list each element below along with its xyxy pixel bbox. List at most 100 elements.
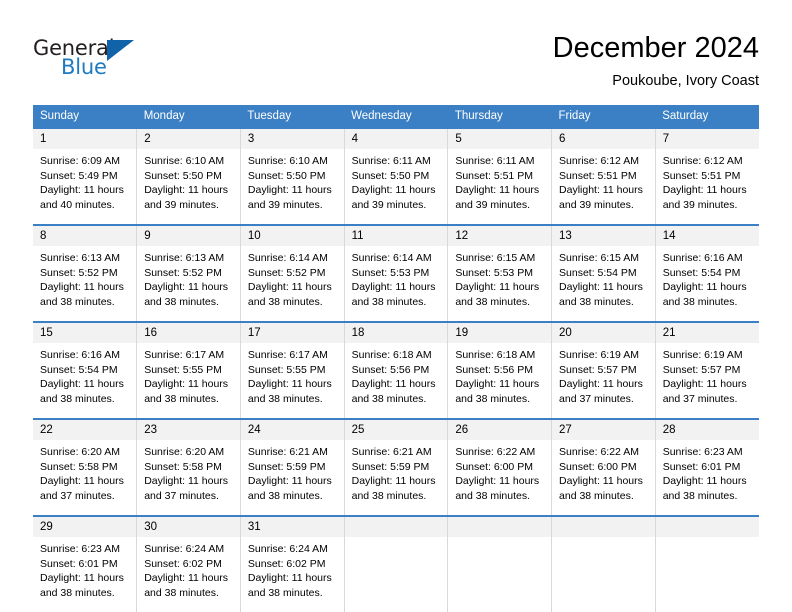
day-number	[552, 517, 655, 537]
day-details: Sunrise: 6:11 AM Sunset: 5:51 PM Daylight:…	[448, 149, 551, 224]
calendar-week-row: 1 Sunrise: 6:09 AM Sunset: 5:49 PM Daylight…	[33, 127, 759, 225]
sunset-text: Sunset: 5:58 PM	[144, 460, 222, 473]
calendar-day-cell[interactable]: 7 Sunrise: 6:12 AM Sunset: 5:51 PM Daylight…	[655, 127, 759, 225]
sunrise-text: Sunrise: 6:15 AM	[455, 252, 536, 264]
calendar-day-cell[interactable]: 4 Sunrise: 6:11 AM Sunset: 5:50 PM Daylight…	[344, 127, 449, 225]
calendar-day-cell[interactable]: 29 Sunrise: 6:23 AM Sunset: 6:01 PM Dayligh…	[33, 515, 138, 612]
sunset-text: Sunset: 5:55 PM	[144, 363, 222, 376]
daylight-text-line1: Daylight: 11 hours	[662, 281, 747, 294]
sunrise-text: Sunrise: 6:24 AM	[144, 543, 225, 555]
weekday-header-thursday: Thursday	[447, 105, 552, 128]
sunset-text: Sunset: 5:52 PM	[247, 266, 326, 279]
title-block: December 2024 Poukoube, Ivory Coast	[553, 30, 759, 91]
daylight-text-line2: and 39 minutes.	[351, 198, 427, 211]
calendar-day-cell[interactable]: 3 Sunrise: 6:10 AM Sunset: 5:50 PM Daylight…	[240, 127, 345, 225]
calendar-day-cell[interactable]: 12 Sunrise: 6:15 AM Sunset: 5:53 PM Dayligh…	[447, 224, 553, 322]
calendar-day-cell[interactable]: 6 Sunrise: 6:12 AM Sunset: 5:51 PM Daylight…	[551, 127, 656, 225]
day-details: Sunrise: 6:21 AM Sunset: 5:59 PM Daylight:…	[345, 440, 448, 515]
day-number: 15	[33, 323, 137, 343]
calendar-day-cell[interactable]: 28 Sunrise: 6:23 AM Sunset: 6:01 PM Dayligh…	[655, 418, 759, 516]
calendar-day-cell[interactable]: 18 Sunrise: 6:18 AM Sunset: 5:56 PM Dayligh…	[344, 321, 449, 419]
sunrise-text: Sunrise: 6:14 AM	[351, 252, 432, 264]
day-number: 6	[552, 129, 655, 149]
daylight-text-line2: and 39 minutes.	[144, 198, 219, 211]
daylight-text-line1: Daylight: 11 hours	[40, 378, 124, 391]
daylight-text-line1: Daylight: 11 hours	[247, 475, 332, 488]
calendar-day-cell[interactable]: 10 Sunrise: 6:14 AM Sunset: 5:52 PM Dayligh…	[240, 224, 345, 322]
daylight-text-line2: and 38 minutes.	[40, 295, 115, 308]
daylight-text-line1: Daylight: 11 hours	[455, 281, 540, 294]
day-details: Sunrise: 6:15 AM Sunset: 5:53 PM Daylight:…	[448, 246, 551, 321]
calendar-day-cell[interactable]: 31 Sunrise: 6:24 AM Sunset: 6:02 PM Dayligh…	[240, 515, 345, 612]
calendar-day-cell[interactable]: 20 Sunrise: 6:19 AM Sunset: 5:57 PM Dayligh…	[551, 321, 656, 419]
calendar-day-cell[interactable]: 25 Sunrise: 6:21 AM Sunset: 5:59 PM Dayligh…	[344, 418, 449, 516]
day-number: 22	[33, 420, 137, 440]
daylight-text-line1: Daylight: 11 hours	[40, 475, 124, 488]
day-details: Sunrise: 6:23 AM Sunset: 6:01 PM Daylight:…	[656, 440, 759, 515]
day-number: 30	[137, 517, 240, 537]
calendar-day-cell[interactable]: 17 Sunrise: 6:17 AM Sunset: 5:55 PM Dayligh…	[240, 321, 345, 419]
calendar-header-row: Sunday Monday Tuesday Wednesday Thursday…	[33, 105, 759, 128]
calendar-day-cell[interactable]: 2 Sunrise: 6:10 AM Sunset: 5:50 PM Daylight…	[136, 127, 241, 225]
day-details: Sunrise: 6:09 AM Sunset: 5:49 PM Daylight:…	[33, 149, 136, 224]
sunrise-text: Sunrise: 6:22 AM	[455, 446, 536, 458]
calendar-day-cell[interactable]: 23 Sunrise: 6:20 AM Sunset: 5:58 PM Dayligh…	[136, 418, 241, 516]
calendar-day-cell[interactable]: 24 Sunrise: 6:21 AM Sunset: 5:59 PM Dayligh…	[240, 418, 345, 516]
daylight-text-line2: and 38 minutes.	[144, 586, 219, 599]
calendar-day-cell[interactable]: 21 Sunrise: 6:19 AM Sunset: 5:57 PM Dayligh…	[655, 321, 759, 419]
weekday-header-saturday: Saturday	[655, 105, 759, 128]
day-details: Sunrise: 6:24 AM Sunset: 6:02 PM Daylight:…	[137, 537, 240, 612]
day-details: Sunrise: 6:18 AM Sunset: 5:56 PM Daylight:…	[345, 343, 448, 418]
day-number: 18	[344, 323, 448, 343]
daylight-text-line2: and 37 minutes.	[40, 489, 115, 502]
day-details: Sunrise: 6:13 AM Sunset: 5:52 PM Daylight:…	[33, 246, 136, 321]
day-number: 31	[240, 517, 344, 537]
calendar-day-cell[interactable]: 13 Sunrise: 6:15 AM Sunset: 5:54 PM Dayligh…	[551, 224, 656, 322]
sunset-text: Sunset: 5:58 PM	[40, 460, 118, 473]
weekday-header-monday: Monday	[136, 105, 241, 128]
daylight-text-line1: Daylight: 11 hours	[247, 281, 332, 294]
calendar-day-cell[interactable]: 22 Sunrise: 6:20 AM Sunset: 5:58 PM Dayligh…	[33, 418, 138, 516]
sunrise-text: Sunrise: 6:19 AM	[662, 349, 743, 361]
weekday-header-tuesday: Tuesday	[240, 105, 345, 128]
calendar-day-cell[interactable]: 9 Sunrise: 6:13 AM Sunset: 5:52 PM Daylight…	[136, 224, 241, 322]
daylight-text-line2: and 37 minutes.	[559, 392, 634, 405]
sunrise-text: Sunrise: 6:11 AM	[351, 155, 431, 167]
calendar-day-cell[interactable]: 8 Sunrise: 6:13 AM Sunset: 5:52 PM Daylight…	[33, 224, 138, 322]
calendar-day-cell[interactable]: 11 Sunrise: 6:14 AM Sunset: 5:53 PM Dayligh…	[344, 224, 449, 322]
day-number: 14	[655, 226, 759, 246]
sunrise-text: Sunrise: 6:19 AM	[559, 349, 639, 361]
sunrise-text: Sunrise: 6:09 AM	[40, 155, 120, 167]
calendar-day-cell[interactable]: 5 Sunrise: 6:11 AM Sunset: 5:51 PM Daylight…	[447, 127, 553, 225]
sunset-text: Sunset: 6:02 PM	[144, 557, 222, 570]
brand-logo[interactable]: General Blue	[33, 36, 183, 84]
daylight-text-line2: and 38 minutes.	[455, 392, 531, 405]
calendar-day-cell[interactable]: 1 Sunrise: 6:09 AM Sunset: 5:49 PM Daylight…	[33, 127, 138, 225]
calendar-day-cell[interactable]: 14 Sunrise: 6:16 AM Sunset: 5:54 PM Dayligh…	[655, 224, 759, 322]
sunrise-text: Sunrise: 6:11 AM	[455, 155, 535, 167]
daylight-text-line2: and 38 minutes.	[351, 489, 427, 502]
sunrise-text: Sunrise: 6:13 AM	[144, 252, 225, 264]
daylight-text-line1: Daylight: 11 hours	[144, 378, 229, 391]
calendar-week-row: 8 Sunrise: 6:13 AM Sunset: 5:52 PM Daylight…	[33, 224, 759, 322]
daylight-text-line2: and 39 minutes.	[559, 198, 634, 211]
day-details: Sunrise: 6:19 AM Sunset: 5:57 PM Daylight:…	[552, 343, 655, 418]
daylight-text-line2: and 38 minutes.	[144, 392, 219, 405]
day-details: Sunrise: 6:14 AM Sunset: 5:53 PM Daylight:…	[345, 246, 448, 321]
sunrise-text: Sunrise: 6:21 AM	[351, 446, 432, 458]
sunrise-text: Sunrise: 6:17 AM	[144, 349, 225, 361]
day-number	[448, 517, 552, 537]
day-details: Sunrise: 6:11 AM Sunset: 5:50 PM Daylight:…	[345, 149, 448, 224]
calendar-day-cell[interactable]: 19 Sunrise: 6:18 AM Sunset: 5:56 PM Dayligh…	[447, 321, 553, 419]
day-details: Sunrise: 6:16 AM Sunset: 5:54 PM Daylight:…	[33, 343, 136, 418]
sunset-text: Sunset: 5:54 PM	[662, 266, 741, 279]
day-details: Sunrise: 6:16 AM Sunset: 5:54 PM Daylight:…	[656, 246, 759, 321]
calendar-day-cell[interactable]: 26 Sunrise: 6:22 AM Sunset: 6:00 PM Dayligh…	[447, 418, 553, 516]
calendar-day-cell[interactable]: 16 Sunrise: 6:17 AM Sunset: 5:55 PM Dayligh…	[136, 321, 241, 419]
calendar-day-cell[interactable]: 27 Sunrise: 6:22 AM Sunset: 6:00 PM Dayligh…	[551, 418, 656, 516]
sunrise-text: Sunrise: 6:23 AM	[40, 543, 120, 555]
calendar-day-cell[interactable]: 30 Sunrise: 6:24 AM Sunset: 6:02 PM Dayligh…	[136, 515, 241, 612]
daylight-text-line2: and 38 minutes.	[144, 295, 219, 308]
sunrise-text: Sunrise: 6:18 AM	[455, 349, 536, 361]
calendar-day-cell[interactable]: 15 Sunrise: 6:16 AM Sunset: 5:54 PM Dayligh…	[33, 321, 138, 419]
